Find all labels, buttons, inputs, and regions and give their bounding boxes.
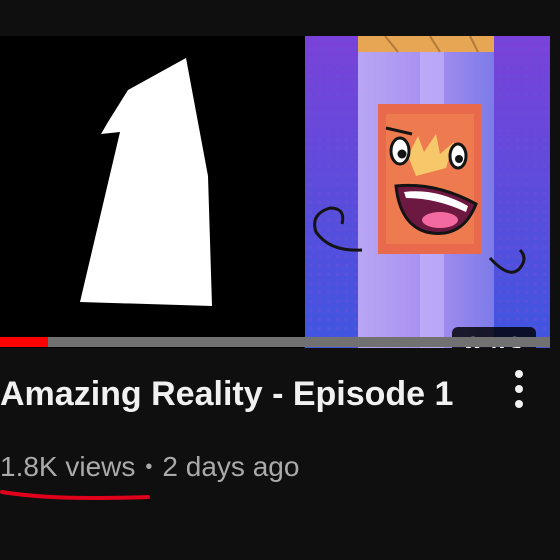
- video-metadata: 1.8K views • 2 days ago: [0, 447, 299, 487]
- video-title[interactable]: Amazing Reality - Episode 1: [0, 372, 490, 416]
- thumbnail-artwork: [0, 36, 550, 348]
- video-thumbnail[interactable]: 6:43: [0, 36, 550, 348]
- watch-progress-fill: [0, 337, 48, 347]
- upload-age: 2 days ago: [162, 451, 300, 482]
- video-card: 6:43 Amazing Reality - Episode 1 1.8K vi…: [0, 0, 560, 560]
- view-count: 1.8K views: [0, 451, 136, 482]
- watch-progress-bar: [0, 337, 550, 347]
- red-underline-annotation: [0, 490, 150, 501]
- more-actions-button[interactable]: [500, 366, 540, 416]
- meta-separator: •: [145, 456, 153, 478]
